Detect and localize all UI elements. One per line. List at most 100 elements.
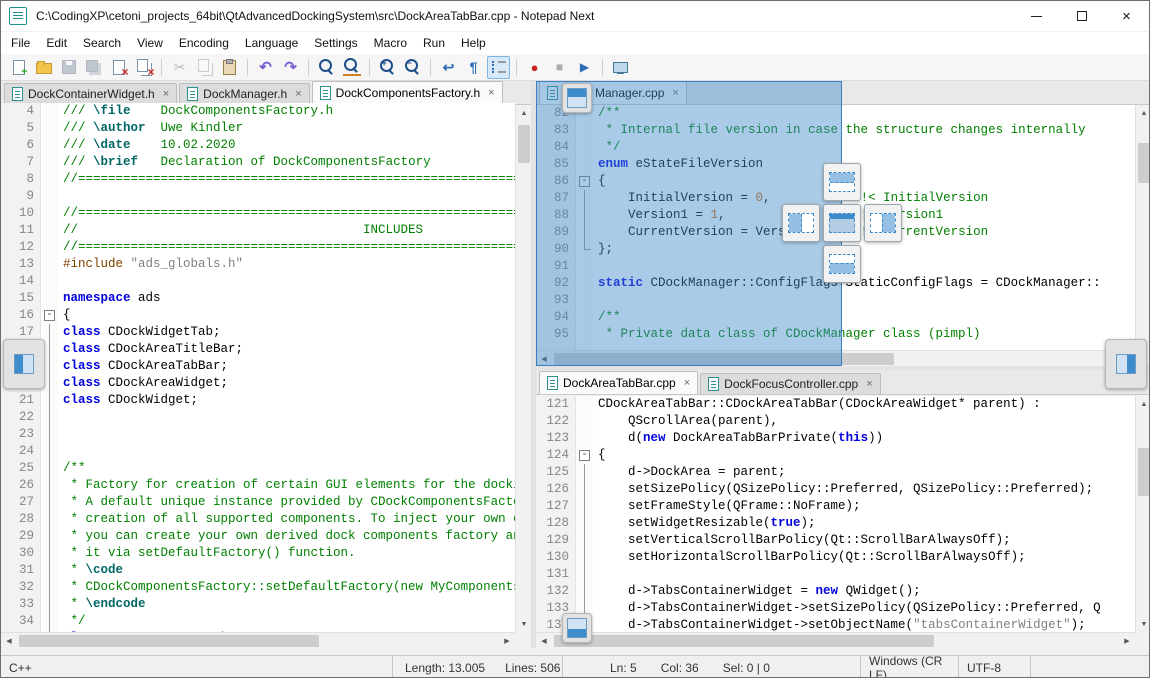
stop-recording-button[interactable]: [548, 56, 571, 79]
tab-dockcontainerwidget-h[interactable]: DockContainerWidget.h×: [4, 83, 177, 104]
code-line: 131: [536, 566, 1135, 583]
show-indent-guide-button[interactable]: [487, 56, 510, 79]
maximize-button[interactable]: [1059, 1, 1104, 31]
paste-button[interactable]: [218, 56, 241, 79]
tab-dockfocuscontroller-cpp[interactable]: DockFocusController.cpp×: [700, 373, 881, 394]
scroll-up-arrow[interactable]: ▲: [1136, 396, 1150, 412]
save-button[interactable]: [57, 56, 80, 79]
redo-button[interactable]: [279, 56, 302, 79]
menu-settings[interactable]: Settings: [306, 32, 365, 54]
tab-close-button[interactable]: ×: [866, 378, 872, 390]
play-macro-button[interactable]: [573, 56, 596, 79]
scroll-thumb[interactable]: [19, 635, 319, 647]
scroll-up-arrow[interactable]: ▲: [1136, 105, 1150, 121]
zoom-out-button[interactable]: −: [401, 56, 424, 79]
scroll-up-arrow[interactable]: ▲: [516, 105, 532, 121]
copy-button[interactable]: [193, 56, 216, 79]
replace-button[interactable]: [340, 56, 363, 79]
minimize-button[interactable]: [1014, 1, 1059, 31]
open-file-button[interactable]: [32, 56, 55, 79]
code-line: 129 setVerticalScrollBarPolicy(Qt::Scrol…: [536, 532, 1135, 549]
menu-encoding[interactable]: Encoding: [171, 32, 237, 54]
scroll-left-arrow[interactable]: ◀: [536, 633, 552, 649]
play-icon: [576, 58, 594, 76]
dock-guide-right[interactable]: [864, 204, 902, 242]
new-file-button[interactable]: [7, 56, 30, 79]
menu-language[interactable]: Language: [237, 32, 306, 54]
close-all-button[interactable]: [132, 56, 155, 79]
dock-center-icon: [829, 213, 855, 233]
dock-right-icon: [870, 213, 896, 233]
dock-edge-indicator-right[interactable]: [1105, 339, 1147, 389]
fold-margin: [41, 409, 58, 426]
record-macro-button[interactable]: [523, 56, 546, 79]
tab-dockcomponentsfactory-h[interactable]: DockComponentsFactory.h×: [312, 81, 503, 104]
code-text: d->TabsContainerWidget->setObjectName("t…: [593, 617, 1135, 632]
status-language[interactable]: C++: [1, 656, 393, 678]
dock-edge-indicator-left[interactable]: [3, 339, 45, 389]
tab-close-button[interactable]: ×: [163, 88, 169, 100]
bottom-right-horizontal-scrollbar[interactable]: ◀ ▶: [536, 632, 1135, 648]
tab-dockmanager-h[interactable]: DockManager.h×: [179, 83, 309, 104]
code-text: class CDockWidgetTab;: [58, 324, 515, 341]
find-button[interactable]: [315, 56, 338, 79]
scroll-down-arrow[interactable]: ▼: [1136, 616, 1150, 632]
code-line: 26 * Factory for creation of certain GUI…: [1, 477, 515, 494]
code-line: 14: [1, 273, 515, 290]
word-wrap-button[interactable]: [437, 56, 460, 79]
dock-edge-indicator-top[interactable]: [562, 83, 592, 113]
menu-edit[interactable]: Edit: [38, 32, 75, 54]
dock-guide-bottom[interactable]: [823, 245, 861, 283]
zoom-in-icon: +: [379, 58, 397, 76]
fold-toggle[interactable]: -: [579, 450, 590, 461]
bottom-right-editor[interactable]: 121CDockAreaTabBar::CDockAreaTabBar(CDoc…: [536, 396, 1135, 632]
menu-help[interactable]: Help: [453, 32, 494, 54]
scroll-thumb[interactable]: [1138, 448, 1150, 496]
undo-button[interactable]: [254, 56, 277, 79]
scroll-down-arrow[interactable]: ▼: [516, 616, 532, 632]
tab-close-button[interactable]: ×: [488, 87, 494, 99]
dock-guide-left[interactable]: [782, 204, 820, 242]
fold-margin: [41, 528, 58, 545]
line-number: 8: [1, 171, 41, 188]
scroll-right-arrow[interactable]: ▶: [1119, 633, 1135, 649]
save-all-button[interactable]: [82, 56, 105, 79]
dock-guide-top[interactable]: [823, 163, 861, 201]
top-right-vertical-scrollbar[interactable]: ▲ ▼: [1135, 105, 1150, 350]
fold-toggle[interactable]: -: [44, 310, 55, 321]
tab-dockareatabbar-cpp[interactable]: DockAreaTabBar.cpp×: [539, 371, 698, 394]
left-editor-vertical-scrollbar[interactable]: ▲ ▼: [515, 105, 531, 632]
status-eol-format[interactable]: Windows (CR LF): [861, 656, 959, 678]
tab-close-button[interactable]: ×: [295, 88, 301, 100]
menu-view[interactable]: View: [129, 32, 171, 54]
menu-macro[interactable]: Macro: [366, 32, 415, 54]
menu-file[interactable]: File: [3, 32, 38, 54]
scroll-thumb[interactable]: [554, 635, 934, 647]
tab-close-button[interactable]: ×: [684, 377, 690, 389]
scroll-thumb[interactable]: [518, 125, 530, 163]
cut-button[interactable]: [168, 56, 191, 79]
fold-margin: [41, 120, 58, 137]
dock-left-icon: [788, 213, 814, 233]
scroll-left-arrow[interactable]: ◀: [1, 633, 17, 649]
code-line: 11// INCLUDES: [1, 222, 515, 239]
scroll-right-arrow[interactable]: ▶: [499, 633, 515, 649]
scroll-thumb[interactable]: [1138, 143, 1150, 183]
menu-search[interactable]: Search: [75, 32, 129, 54]
dock-edge-indicator-bottom[interactable]: [562, 613, 592, 643]
fold-margin: [41, 239, 58, 256]
menu-run[interactable]: Run: [415, 32, 453, 54]
status-item: Ln: 5: [610, 661, 637, 675]
show-all-characters-button[interactable]: [462, 56, 485, 79]
close-button[interactable]: ×: [1104, 1, 1149, 31]
left-editor-horizontal-scrollbar[interactable]: ◀ ▶: [1, 632, 515, 648]
left-editor[interactable]: 4/// \file DockComponentsFactory.h5/// \…: [1, 103, 515, 632]
code-line: 128 setWidgetResizable(true);: [536, 515, 1135, 532]
zoom-in-button[interactable]: +: [376, 56, 399, 79]
bottom-right-vertical-scrollbar[interactable]: ▲ ▼: [1135, 396, 1150, 632]
status-encoding[interactable]: UTF-8: [959, 656, 1031, 678]
close-file-button[interactable]: [107, 56, 130, 79]
monitor-file-button[interactable]: [609, 56, 632, 79]
line-number: 126: [536, 481, 576, 498]
dock-guide-center[interactable]: [823, 204, 861, 242]
